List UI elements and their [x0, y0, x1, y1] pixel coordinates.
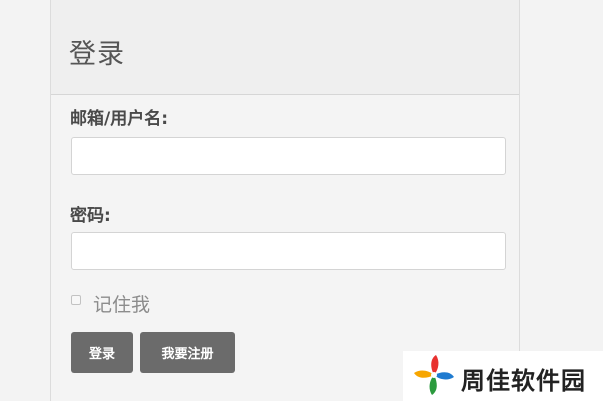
register-button[interactable]: 我要注册	[140, 332, 235, 373]
watermark-text: 周佳软件园	[461, 367, 586, 395]
remember-me[interactable]: 记住我	[71, 290, 150, 317]
username-input[interactable]	[71, 137, 506, 175]
login-panel: 登录 邮箱/用户名: 密码: 记住我 登录 我要注册	[50, 0, 520, 401]
pinwheel-logo-icon	[414, 355, 454, 395]
login-button[interactable]: 登录	[71, 332, 133, 373]
page-title: 登录	[69, 39, 125, 70]
username-label: 邮箱/用户名:	[70, 109, 169, 129]
panel-header: 登录	[51, 0, 519, 95]
remember-me-checkbox[interactable]	[71, 295, 81, 305]
password-label: 密码:	[70, 206, 111, 226]
password-input[interactable]	[71, 232, 506, 270]
watermark: 周佳软件园	[403, 351, 603, 401]
remember-me-label[interactable]: 记住我	[93, 290, 150, 317]
